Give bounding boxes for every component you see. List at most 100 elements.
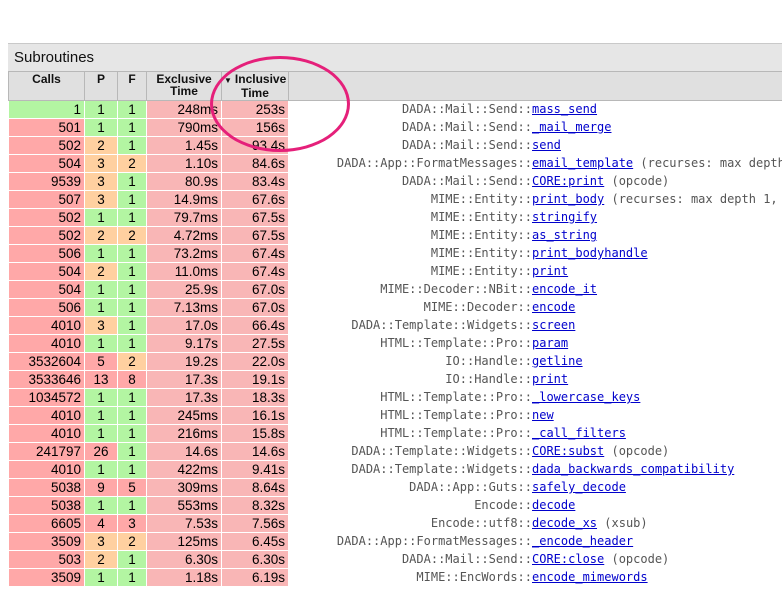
subroutine-link[interactable]: new [532,408,554,422]
subroutine-link[interactable]: stringify [532,210,597,224]
subroutine-link[interactable]: getline [532,354,583,368]
subroutine-link[interactable]: print_body [532,192,604,206]
inclusive-time-cell: 27.5s [221,334,289,353]
subroutine-link[interactable]: decode_xs [532,516,597,530]
f-cell: 1 [117,298,147,317]
package-name: DADA::Template::Widgets:: [351,318,532,332]
header-row: Calls P F Exclusive Time ▼ Inclusive Time [8,71,782,101]
subroutine-cell: DADA::Mail::Send::CORE:print (opcode) [288,172,782,191]
inclusive-time-cell: 67.6s [221,190,289,209]
exclusive-time-cell: 1.10s [146,154,222,173]
subroutine-cell: MIME::Decoder::NBit::encode_it [288,280,782,299]
package-name: MIME::Entity:: [430,246,532,260]
table-row: 1034572 1 1 17.3s 18.3s HTML::Template::Pro::… [8,388,782,407]
subroutine-link[interactable]: screen [532,318,575,332]
calls-cell: 5038 [8,496,85,515]
subroutine-link[interactable]: print [532,264,568,278]
inclusive-time-cell: 22.0s [221,352,289,371]
package-name: IO::Handle:: [445,354,532,368]
subroutine-link[interactable]: mass_send [532,102,597,116]
table-row: 501 1 1 790ms 156s DADA::Mail::Send::_mail_me… [8,118,782,137]
inclusive-time-cell: 6.45s [221,532,289,551]
calls-cell: 4010 [8,406,85,425]
table-row: 3532604 5 2 19.2s 22.0s IO::Handle::getline [8,352,782,371]
subroutine-cell: DADA::App::FormatMessages::email_templat… [288,154,782,173]
package-name: HTML::Template::Pro:: [380,390,532,404]
subroutine-link[interactable]: _lowercase_keys [532,390,640,404]
table-row: 502 2 2 4.72ms 67.5s MIME::Entity::as_string [8,226,782,245]
subroutine-link[interactable]: email_template [532,156,633,170]
calls-cell: 502 [8,136,85,155]
inclusive-time-cell: 253s [221,100,289,119]
package-name: MIME::EncWords:: [416,570,532,584]
inclusive-time-cell: 84.6s [221,154,289,173]
subroutine-cell: MIME::Entity::as_string [288,226,782,245]
exclusive-time-cell: 248ms [146,100,222,119]
subroutine-cell: DADA::Mail::Send::send [288,136,782,155]
f-cell: 1 [117,100,147,119]
col-header-calls[interactable]: Calls [8,71,85,101]
subroutine-link[interactable]: encode_mimewords [532,570,648,584]
exclusive-time-cell: 73.2ms [146,244,222,263]
package-name: DADA::App::Guts:: [409,480,532,494]
table-row: 4010 3 1 17.0s 66.4s DADA::Template::Widgets:… [8,316,782,335]
calls-cell: 4010 [8,424,85,443]
subroutine-link[interactable]: encode [532,300,575,314]
p-cell: 13 [84,370,118,389]
f-cell: 2 [117,154,147,173]
subroutine-link[interactable]: CORE:print [532,174,604,188]
subroutine-link[interactable]: _call_filters [532,426,626,440]
subroutine-cell: Encode::decode [288,496,782,515]
package-name: DADA::Template::Widgets:: [351,462,532,476]
p-cell: 1 [84,280,118,299]
calls-cell: 5038 [8,478,85,497]
package-name: HTML::Template::Pro:: [380,408,532,422]
subroutine-link[interactable]: safely_decode [532,480,626,494]
subroutine-link[interactable]: CORE:subst [532,444,604,458]
subroutine-link[interactable]: dada_backwards_compatibility [532,462,734,476]
p-cell: 1 [84,208,118,227]
inclusive-time-cell: 6.30s [221,550,289,569]
col-header-inclusive-time[interactable]: ▼ Inclusive Time [221,71,289,101]
col-header-p[interactable]: P [84,71,118,101]
package-name: MIME::Decoder::NBit:: [380,282,532,296]
f-cell: 1 [117,406,147,425]
package-name: Encode:: [474,498,532,512]
f-cell: 1 [117,424,147,443]
subroutine-link[interactable]: _encode_header [532,534,633,548]
subroutine-link[interactable]: param [532,336,568,350]
subroutine-cell: DADA::App::Guts::safely_decode [288,478,782,497]
subroutine-link[interactable]: print [532,372,568,386]
subroutine-link[interactable]: decode [532,498,575,512]
subroutine-note: (opcode) [611,174,670,188]
col-header-exclusive-time[interactable]: Exclusive Time [146,71,222,101]
inclusive-time-cell: 15.8s [221,424,289,443]
table-row: 502 1 1 79.7ms 67.5s MIME::Entity::stringify [8,208,782,227]
subroutine-link[interactable]: send [532,138,561,152]
p-cell: 1 [84,118,118,137]
subroutine-link[interactable]: as_string [532,228,597,242]
f-cell: 1 [117,208,147,227]
exclusive-time-cell: 6.30s [146,550,222,569]
inclusive-time-cell: 67.4s [221,262,289,281]
exclusive-time-cell: 25.9s [146,280,222,299]
p-cell: 3 [84,154,118,173]
subroutine-link[interactable]: CORE:close [532,552,604,566]
subroutine-link[interactable]: print_bodyhandle [532,246,648,260]
f-cell: 2 [117,532,147,551]
exclusive-time-cell: 11.0ms [146,262,222,281]
f-cell: 1 [117,460,147,479]
table-row: 507 3 1 14.9ms 67.6s MIME::Entity::print_body… [8,190,782,209]
subroutine-cell: MIME::EncWords::encode_mimewords [288,568,782,587]
subroutine-link[interactable]: encode_it [532,282,597,296]
exclusive-time-cell: 216ms [146,424,222,443]
package-name: DADA::Template::Widgets:: [351,444,532,458]
subroutine-cell: DADA::Mail::Send::CORE:close (opcode) [288,550,782,569]
p-cell: 1 [84,496,118,515]
subroutine-link[interactable]: _mail_merge [532,120,611,134]
p-cell: 2 [84,226,118,245]
col-header-subroutine [288,71,782,101]
col-header-f[interactable]: F [117,71,147,101]
exclusive-time-cell: 553ms [146,496,222,515]
table-row: 4010 1 1 245ms 16.1s HTML::Template::Pro::new [8,406,782,425]
